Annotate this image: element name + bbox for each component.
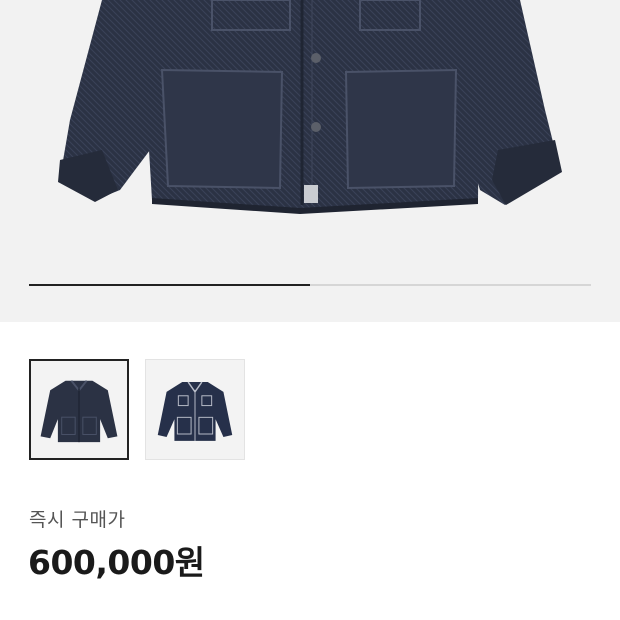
gallery-progress-bar <box>29 284 591 286</box>
denim-jacket-main-image <box>58 0 562 214</box>
thumbnail-1[interactable] <box>29 359 129 460</box>
denim-jacket-thumbnail-1-icon <box>40 380 118 443</box>
denim-jacket-thumbnail-2-icon <box>157 381 233 441</box>
gallery-progress-fill <box>29 284 310 286</box>
instant-buy-price-label: 즉시 구매가 <box>29 509 126 531</box>
thumbnail-2[interactable] <box>145 359 245 460</box>
product-image-gallery[interactable] <box>0 0 620 322</box>
instant-buy-price-value: 600,000원 <box>28 543 205 582</box>
